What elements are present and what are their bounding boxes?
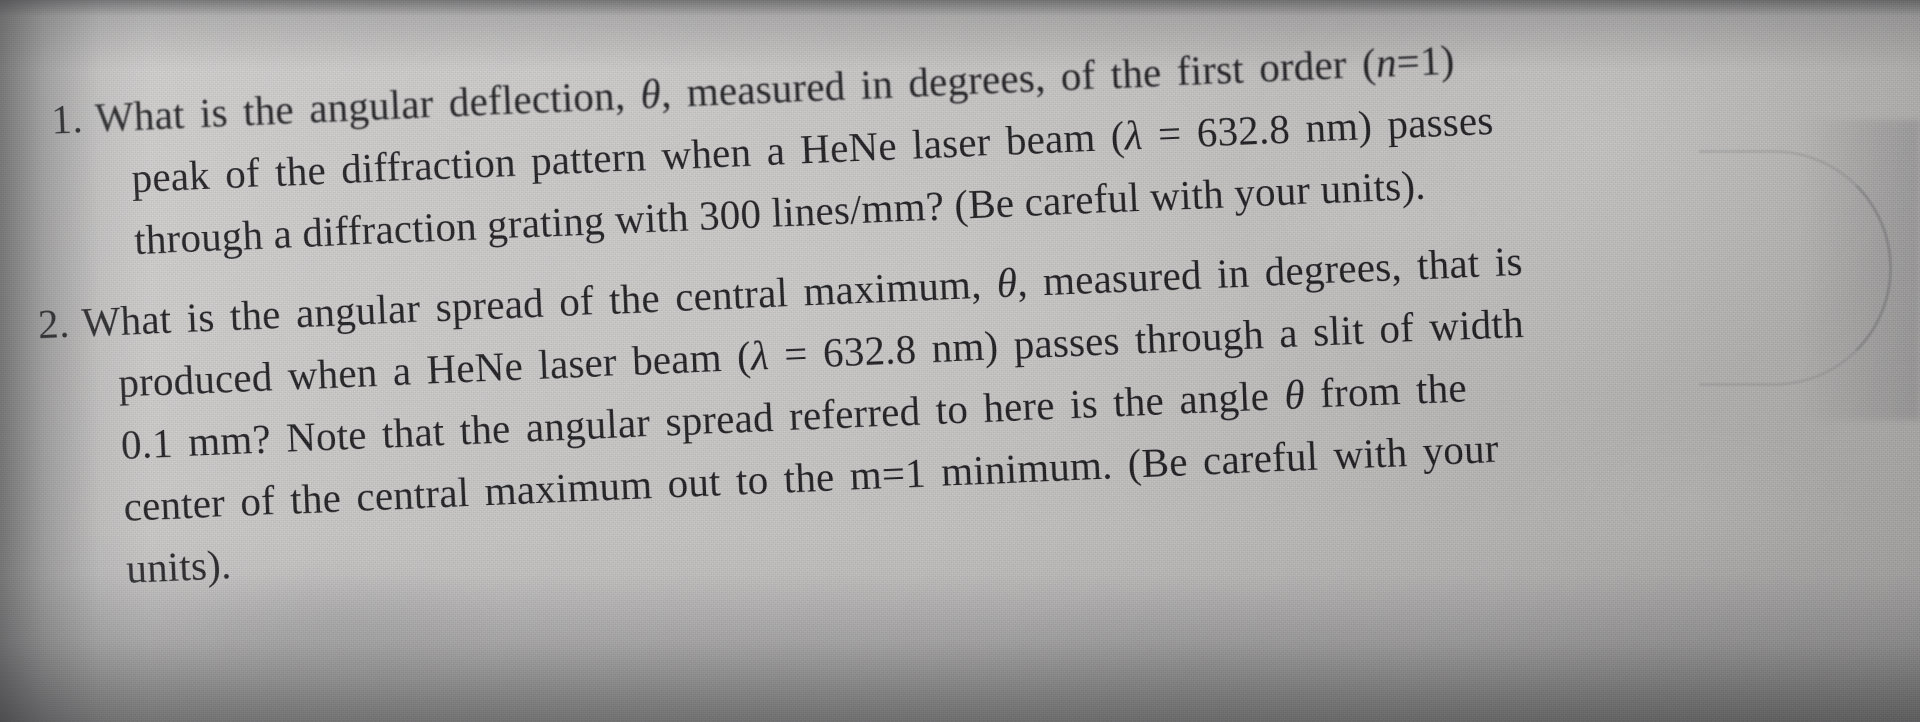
- photographed-document: 1. What is the angular deflection, θ, me…: [0, 0, 1920, 722]
- q2-l3-seg-3: from the: [1303, 364, 1468, 418]
- theta-symbol: θ: [639, 70, 662, 118]
- top-dark-sliver: [0, 0, 1920, 16]
- lambda-symbol: λ: [1123, 111, 1144, 159]
- bottom-edge-shadow: [0, 532, 1920, 722]
- theta-symbol: θ: [995, 259, 1019, 307]
- lambda-symbol: λ: [749, 331, 770, 379]
- q1-l2-seg-3: = 632.8 nm) passes: [1141, 96, 1495, 158]
- theta-symbol: θ: [1283, 371, 1306, 418]
